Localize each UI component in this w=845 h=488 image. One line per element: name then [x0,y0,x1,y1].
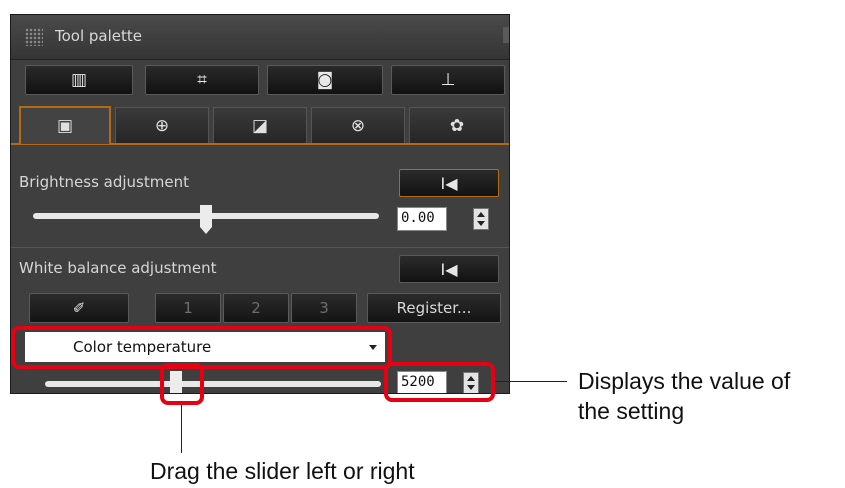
dust-delete-button[interactable]: ◙ [267,65,383,95]
white-balance-reset-button[interactable]: I◀ [399,255,499,283]
white-balance-label: White balance adjustment [19,259,217,277]
tab-noise-reduction[interactable]: ⊕ [115,107,209,143]
highlight-mode-select [11,326,392,369]
callout-value-line1: Displays the value of [578,368,791,394]
stamp-icon: ⊥ [440,70,456,90]
brightness-reset-button[interactable]: I◀ [399,169,499,197]
dust-delete-icon: ◙ [316,70,334,90]
color-temperature-slider-track[interactable] [45,381,381,387]
crop-icon: ⌗ [197,70,207,90]
grip-icon[interactable] [25,28,43,46]
callout-slider-text: Drag the slider left or right [150,458,415,484]
tab-tone-curve[interactable]: ◪ [213,107,307,143]
tab-color-adjust[interactable]: ⊗ [311,107,405,143]
color-adjust-icon: ⊗ [350,115,366,136]
tab-strip: ▣ ⊕ ◪ ⊗ ✿ [11,101,509,145]
preset-2-label: 2 [251,299,261,317]
highlight-value-field [384,362,495,402]
preset-1-label: 1 [183,299,193,317]
settings-gear-icon: ✿ [449,115,465,136]
panel-title: Tool palette [55,27,143,45]
eyedropper-icon: ✐ [72,299,86,317]
eyedropper-button[interactable]: ✐ [29,293,129,323]
highlight-slider-thumb [160,363,204,405]
brightness-label: Brightness adjustment [19,173,189,191]
title-bar[interactable]: Tool palette [11,15,509,60]
callout-value-line2: the setting [578,398,685,424]
basic-adjust-icon: ▣ [56,116,74,136]
brightness-slider-thumb[interactable] [200,205,212,234]
noise-reduction-icon: ⊕ [154,115,170,136]
callout-value-text: Displays the value of the setting [578,366,790,426]
register-button[interactable]: Register... [367,293,501,323]
preset-3-label: 3 [319,299,329,317]
tab-basic-adjust[interactable]: ▣ [19,106,111,144]
section-divider [11,247,509,248]
tab-settings[interactable]: ✿ [409,107,505,143]
brightness-spinner[interactable] [473,208,489,230]
reset-icon: I◀ [440,173,458,193]
crop-button[interactable]: ⌗ [145,65,259,95]
register-label: Register... [396,299,472,317]
brightness-value-field[interactable]: 0.00 [397,207,447,231]
preset-3-button[interactable]: 3 [291,293,357,323]
rgb-image-adjust-icon: ▥ [70,70,88,90]
copy-stamp-button[interactable]: ⊥ [391,65,505,95]
preset-1-button[interactable]: 1 [155,293,221,323]
preset-2-button[interactable]: 2 [223,293,289,323]
reset-icon: I◀ [440,259,458,279]
tone-curve-icon: ◪ [251,115,269,136]
callout-line-value [495,381,567,382]
rgb-image-adjust-button[interactable]: ▥ [25,65,133,95]
callout-line-slider [181,405,182,453]
close-icon[interactable] [503,27,509,43]
